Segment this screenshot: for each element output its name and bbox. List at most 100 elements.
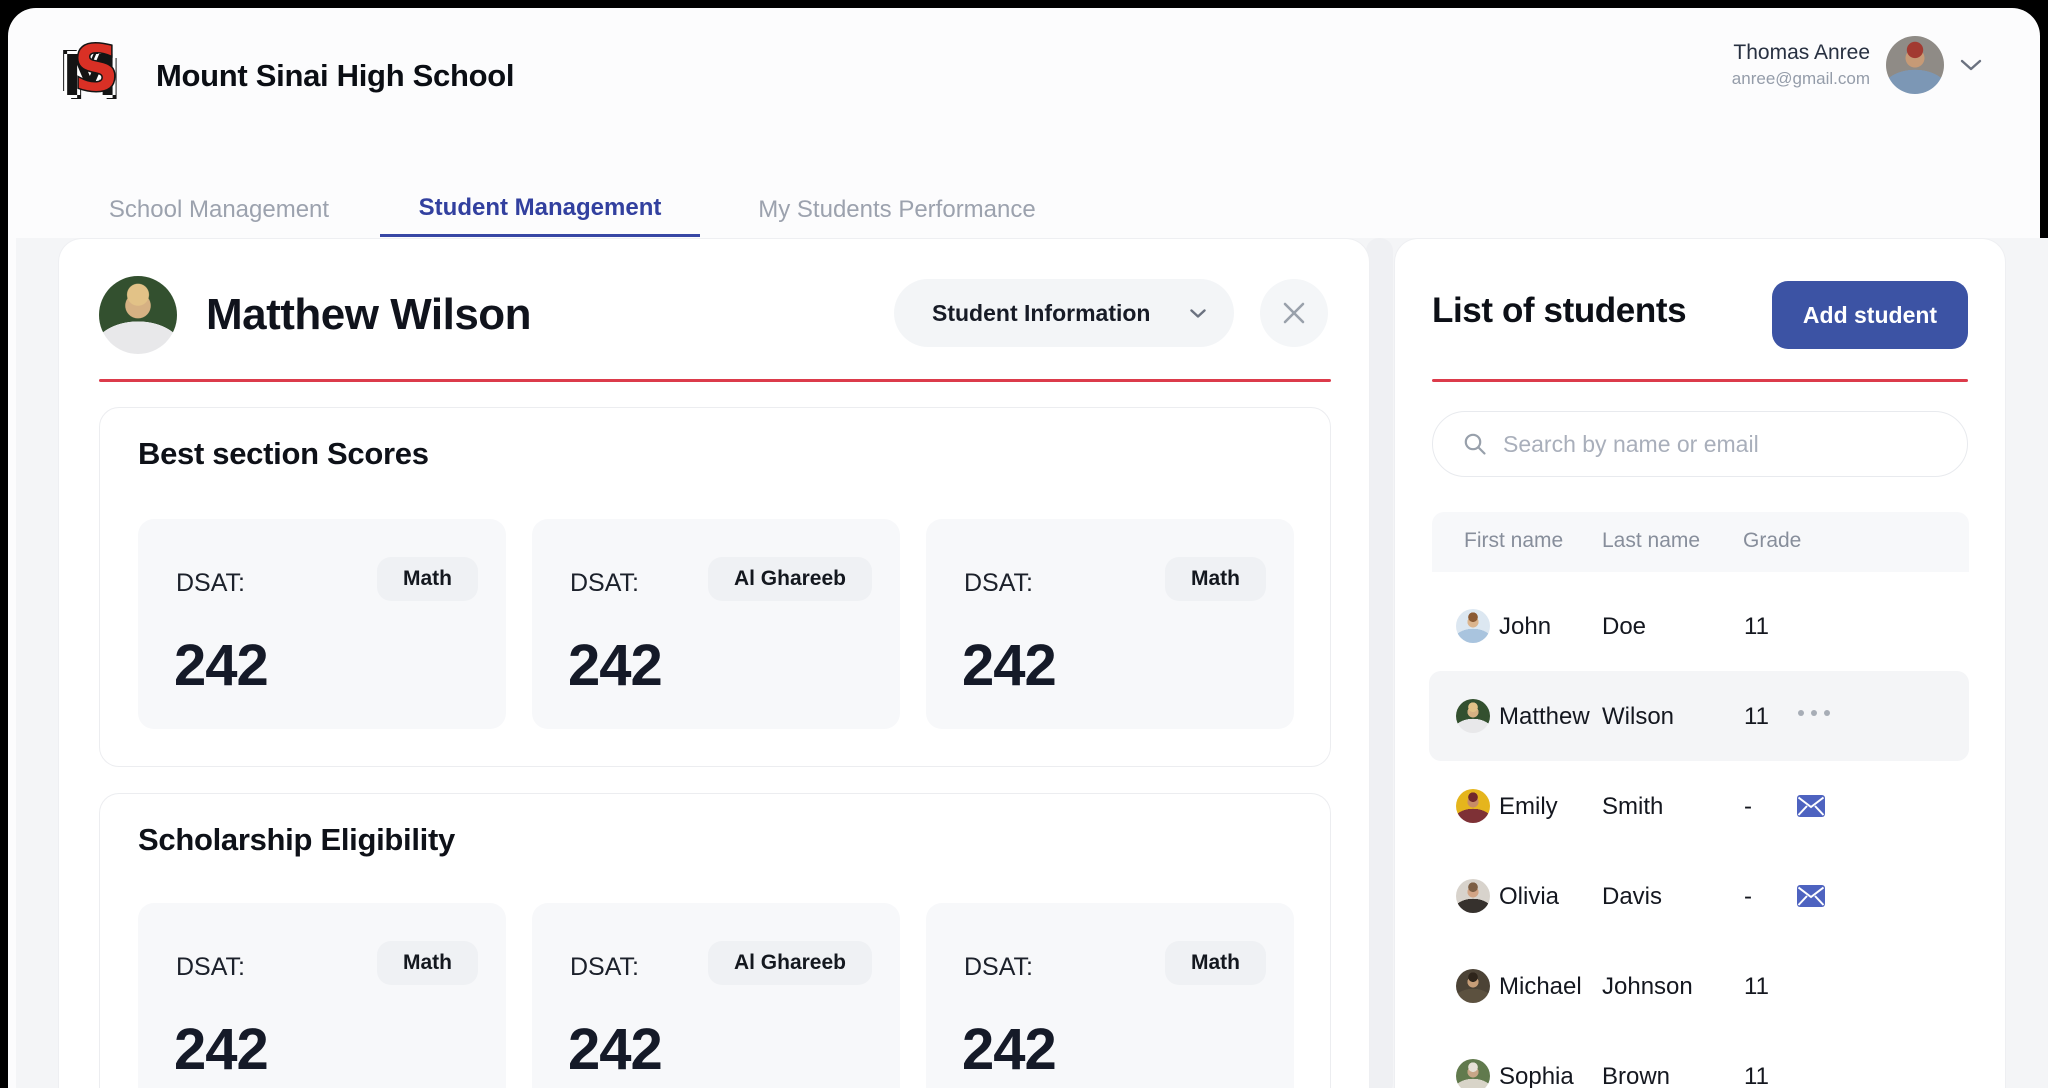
table-row[interactable]: Olivia Davis - bbox=[1429, 851, 1969, 941]
school-logo: M S bbox=[60, 32, 130, 106]
score-label: DSAT: bbox=[964, 953, 1033, 982]
score-card: DSAT: Math 242 bbox=[138, 519, 506, 729]
student-avatar bbox=[99, 276, 177, 354]
scholarship-eligibility-card: Scholarship Eligibility DSAT: Math 242 D… bbox=[99, 793, 1331, 1088]
student-grade: 11 bbox=[1744, 1063, 1769, 1088]
avatar bbox=[1456, 789, 1490, 823]
score-label: DSAT: bbox=[570, 569, 639, 598]
score-label: DSAT: bbox=[176, 569, 245, 598]
student-last-name: Brown bbox=[1602, 1063, 1670, 1088]
column-first-name: First name bbox=[1464, 529, 1563, 553]
table-row[interactable]: John Doe 11 bbox=[1429, 581, 1969, 671]
red-divider bbox=[1432, 379, 1968, 382]
mail-icon bbox=[1797, 795, 1825, 817]
score-badge: Math bbox=[377, 941, 478, 985]
list-title: List of students bbox=[1432, 291, 1686, 331]
dropdown-label: Student Information bbox=[932, 300, 1150, 327]
best-section-scores-card: Best section Scores DSAT: Math 242 DSAT:… bbox=[99, 407, 1331, 767]
close-button[interactable] bbox=[1260, 279, 1328, 347]
student-last-name: Doe bbox=[1602, 613, 1646, 641]
close-icon bbox=[1279, 298, 1309, 328]
student-last-name: Smith bbox=[1602, 793, 1663, 821]
app-window: M S Mount Sinai High School Thomas Anree… bbox=[8, 8, 2040, 1088]
avatar bbox=[1456, 969, 1490, 1003]
score-card: DSAT: Al Ghareeb 242 bbox=[532, 903, 900, 1088]
score-badge: Math bbox=[1165, 557, 1266, 601]
send-mail-button[interactable] bbox=[1797, 795, 1825, 820]
score-value: 242 bbox=[568, 1016, 662, 1083]
score-label: DSAT: bbox=[570, 953, 639, 982]
ellipsis-icon bbox=[1797, 709, 1831, 717]
score-value: 242 bbox=[962, 1016, 1056, 1083]
search-icon bbox=[1463, 432, 1487, 456]
add-student-button[interactable]: Add student bbox=[1772, 281, 1968, 349]
student-detail-panel: Matthew Wilson Student Information Best … bbox=[58, 238, 1370, 1088]
score-label: DSAT: bbox=[964, 569, 1033, 598]
students-list-panel: List of students Add student First name … bbox=[1394, 238, 2006, 1088]
score-value: 242 bbox=[174, 632, 268, 699]
student-grade: 11 bbox=[1744, 973, 1769, 1001]
score-badge: Math bbox=[377, 557, 478, 601]
score-card: DSAT: Math 242 bbox=[926, 903, 1294, 1088]
user-menu[interactable]: Thomas Anree anree@gmail.com bbox=[1732, 36, 1982, 94]
student-last-name: Davis bbox=[1602, 883, 1662, 911]
user-name: Thomas Anree bbox=[1732, 39, 1870, 67]
score-value: 242 bbox=[174, 1016, 268, 1083]
student-grade: 11 bbox=[1744, 703, 1769, 731]
screen: M S Mount Sinai High School Thomas Anree… bbox=[0, 0, 2048, 1088]
student-grade: - bbox=[1744, 883, 1752, 911]
student-first-name: Olivia bbox=[1499, 883, 1559, 911]
user-avatar bbox=[1886, 36, 1944, 94]
table-row-selected[interactable]: Matthew Wilson 11 bbox=[1429, 671, 1969, 761]
score-badge: Al Ghareeb bbox=[708, 557, 872, 601]
row-menu-button[interactable] bbox=[1797, 705, 1831, 720]
logo-letter-s: S bbox=[74, 32, 119, 105]
section-title: Best section Scores bbox=[138, 436, 429, 472]
student-first-name: Sophia bbox=[1499, 1063, 1574, 1088]
chevron-down-icon[interactable] bbox=[1960, 59, 1982, 71]
table-row[interactable]: Emily Smith - bbox=[1429, 761, 1969, 851]
avatar bbox=[1456, 1059, 1490, 1088]
table-row[interactable]: Michael Johnson 11 bbox=[1429, 941, 1969, 1031]
table-header: First name Last name Grade bbox=[1432, 512, 1969, 572]
avatar bbox=[1456, 879, 1490, 913]
score-card: DSAT: Math 242 bbox=[926, 519, 1294, 729]
column-grade: Grade bbox=[1743, 529, 1801, 553]
section-title: Scholarship Eligibility bbox=[138, 822, 455, 858]
score-badge: Al Ghareeb bbox=[708, 941, 872, 985]
tab-school-management[interactable]: School Management bbox=[64, 182, 374, 237]
student-first-name: John bbox=[1499, 613, 1551, 641]
send-mail-button[interactable] bbox=[1797, 885, 1825, 910]
student-grade: - bbox=[1744, 793, 1752, 821]
score-value: 242 bbox=[568, 632, 662, 699]
table-row[interactable]: Sophia Brown 11 bbox=[1429, 1031, 1969, 1088]
tab-student-management[interactable]: Student Management bbox=[380, 182, 700, 237]
student-search bbox=[1432, 411, 1968, 477]
student-information-dropdown[interactable]: Student Information bbox=[894, 279, 1234, 347]
avatar bbox=[1456, 609, 1490, 643]
student-first-name: Michael bbox=[1499, 973, 1582, 1001]
student-name: Matthew Wilson bbox=[206, 290, 531, 340]
school-name: Mount Sinai High School bbox=[156, 58, 514, 94]
scrollbar[interactable] bbox=[1366, 238, 1393, 1088]
student-first-name: Emily bbox=[1499, 793, 1558, 821]
score-card: DSAT: Al Ghareeb 242 bbox=[532, 519, 900, 729]
chevron-down-icon bbox=[1190, 309, 1206, 318]
student-profile-header: Matthew Wilson bbox=[99, 276, 531, 354]
user-info: Thomas Anree anree@gmail.com bbox=[1732, 39, 1870, 90]
student-grade: 11 bbox=[1744, 613, 1769, 641]
mail-icon bbox=[1797, 885, 1825, 907]
column-last-name: Last name bbox=[1602, 529, 1700, 553]
score-card: DSAT: Math 242 bbox=[138, 903, 506, 1088]
student-last-name: Wilson bbox=[1602, 703, 1674, 731]
score-badge: Math bbox=[1165, 941, 1266, 985]
search-input[interactable] bbox=[1501, 430, 1925, 459]
red-divider bbox=[99, 379, 1331, 382]
tab-my-students-performance[interactable]: My Students Performance bbox=[712, 182, 1082, 237]
student-last-name: Johnson bbox=[1602, 973, 1693, 1001]
avatar bbox=[1456, 699, 1490, 733]
score-label: DSAT: bbox=[176, 953, 245, 982]
student-first-name: Matthew bbox=[1499, 703, 1590, 731]
user-email: anree@gmail.com bbox=[1732, 68, 1870, 91]
score-value: 242 bbox=[962, 632, 1056, 699]
